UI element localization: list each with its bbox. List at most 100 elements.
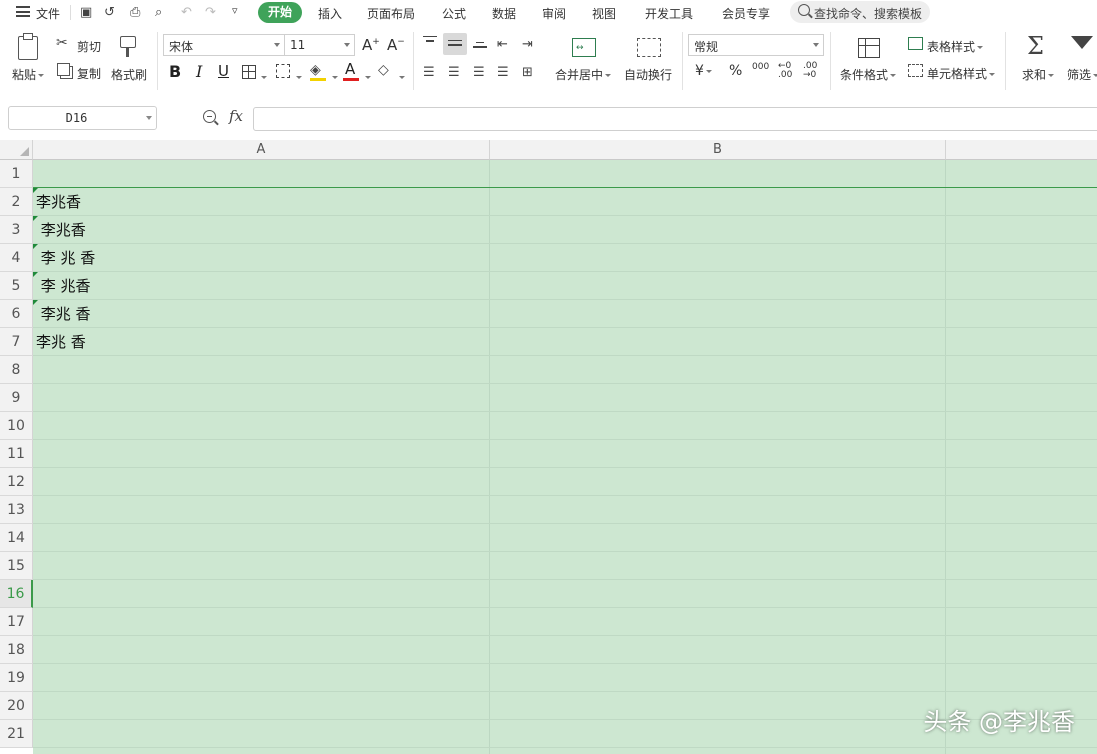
cell-a11[interactable] [33,440,489,468]
align-right-icon[interactable]: ☰ [473,65,485,80]
tab-formulas[interactable]: 公式 [442,5,466,22]
eraser-icon[interactable]: ◇ [378,62,389,78]
tab-page-layout[interactable]: 页面布局 [367,5,415,22]
merge-center-icon[interactable]: ↔ [572,38,596,57]
paste-button[interactable]: 粘贴 [12,66,45,83]
row-header-2[interactable]: 2 [0,188,33,216]
cell-a9[interactable] [33,384,489,412]
row-header-15[interactable]: 15 [0,552,33,580]
cell-a7[interactable]: 李兆 香 [33,328,489,356]
tab-data[interactable]: 数据 [492,5,516,22]
row-header-14[interactable]: 14 [0,524,33,552]
cell-a2[interactable]: 李兆香 [33,188,489,216]
tab-insert[interactable]: 插入 [318,5,342,22]
thousands-separator-button[interactable]: 000 [752,62,769,72]
row-header-16[interactable]: 16 [0,580,33,608]
font-size-select[interactable]: 11 [284,34,355,56]
format-painter-button[interactable]: 格式刷 [111,66,147,83]
tab-view[interactable]: 视图 [592,5,616,22]
number-format-select[interactable]: 常规 [688,34,824,56]
cell-a4[interactable]: 李 兆 香 [33,244,489,272]
row-header-17[interactable]: 17 [0,608,33,636]
row-header-5[interactable]: 5 [0,272,33,300]
filter-icon[interactable] [1071,36,1093,49]
conditional-format-button[interactable]: 条件格式 [840,66,897,83]
cell-a18[interactable] [33,636,489,664]
row-header-6[interactable]: 6 [0,300,33,328]
tab-member[interactable]: 会员专享 [722,5,770,22]
cell-a5[interactable]: 李 兆香 [33,272,489,300]
font-color-button[interactable]: A [345,60,355,78]
cell-style-button[interactable]: 单元格样式 [927,65,996,82]
chevron-down-icon[interactable] [294,70,302,84]
command-search-box[interactable]: 查找命令、搜索模板 [790,1,930,23]
table-style-icon[interactable] [908,37,923,50]
cell-a14[interactable] [33,524,489,552]
copy-button[interactable]: 复制 [77,65,101,82]
row-header-20[interactable]: 20 [0,692,33,720]
save-icon[interactable]: ▣ [80,5,92,20]
bold-button[interactable]: B [169,62,181,81]
align-top-icon[interactable] [423,36,437,45]
paste-icon[interactable] [18,33,38,60]
cell-a1[interactable] [33,160,489,188]
chevron-down-icon[interactable] [397,70,405,84]
row-header-19[interactable]: 19 [0,664,33,692]
cell-a3[interactable]: 李兆香 [33,216,489,244]
row-header-1[interactable]: 1 [0,160,33,188]
align-middle-icon[interactable] [443,33,467,55]
row-header-11[interactable]: 11 [0,440,33,468]
cell-a12[interactable] [33,468,489,496]
cut-icon[interactable]: ✂ [56,35,68,51]
increase-indent-icon[interactable]: ⇥ [522,37,533,52]
cell-a16[interactable] [33,580,489,608]
row-header-8[interactable]: 8 [0,356,33,384]
cell-a19[interactable] [33,664,489,692]
chevron-down-icon[interactable] [259,70,267,84]
format-painter-icon[interactable] [120,36,136,57]
cell-a8[interactable] [33,356,489,384]
sheet-grid[interactable]: 李兆香 李兆香 李 兆 香 李 兆香 李兆 香李兆 香 [33,160,1097,754]
export-pdf-icon[interactable]: ↺ [104,5,115,20]
print-preview-icon[interactable]: ⌕ [155,5,162,20]
file-menu[interactable]: 文件 [36,5,60,22]
insert-function-button[interactable]: fx [229,107,243,125]
decrease-decimal-icon[interactable]: .00 →0 [803,62,817,80]
cell-a20[interactable] [33,692,489,720]
quick-access-dropdown-icon[interactable]: ▿ [232,4,238,17]
merge-center-button[interactable]: 合并居中 [555,66,612,83]
table-style-button[interactable]: 表格样式 [927,38,984,55]
sum-icon[interactable]: Σ [1027,32,1044,60]
tab-developer[interactable]: 开发工具 [645,5,693,22]
cell-a17[interactable] [33,608,489,636]
align-left-icon[interactable]: ☰ [423,65,435,80]
cell-a15[interactable] [33,552,489,580]
formula-input[interactable] [253,107,1097,131]
tab-home[interactable]: 开始 [258,2,302,23]
hamburger-menu-icon[interactable] [16,6,30,17]
cut-button[interactable]: 剪切 [77,38,101,55]
row-header-3[interactable]: 3 [0,216,33,244]
row-header-21[interactable]: 21 [0,720,33,748]
align-center-icon[interactable]: ☰ [448,65,460,80]
borders-icon[interactable] [242,65,256,79]
row-header-10[interactable]: 10 [0,412,33,440]
zoom-icon[interactable] [203,110,216,123]
column-header-c[interactable] [946,140,1097,160]
cell-a6[interactable]: 李兆 香 [33,300,489,328]
underline-button[interactable]: U [218,62,229,80]
font-name-select[interactable]: 宋体 [163,34,285,56]
align-bottom-icon[interactable] [473,42,487,48]
row-header-18[interactable]: 18 [0,636,33,664]
wrap-text-icon[interactable] [637,38,661,57]
row-header-13[interactable]: 13 [0,496,33,524]
undo-icon[interactable]: ↶ [181,5,192,20]
italic-button[interactable]: I [196,62,202,81]
decrease-indent-icon[interactable]: ⇤ [497,37,508,52]
cell-borders-icon[interactable] [276,64,290,78]
currency-button[interactable]: ¥ [695,63,712,79]
conditional-format-icon[interactable] [858,38,880,58]
print-icon[interactable]: ⎙ [130,5,140,20]
sum-button[interactable]: 求和 [1022,66,1055,83]
select-all-corner[interactable] [0,140,33,160]
